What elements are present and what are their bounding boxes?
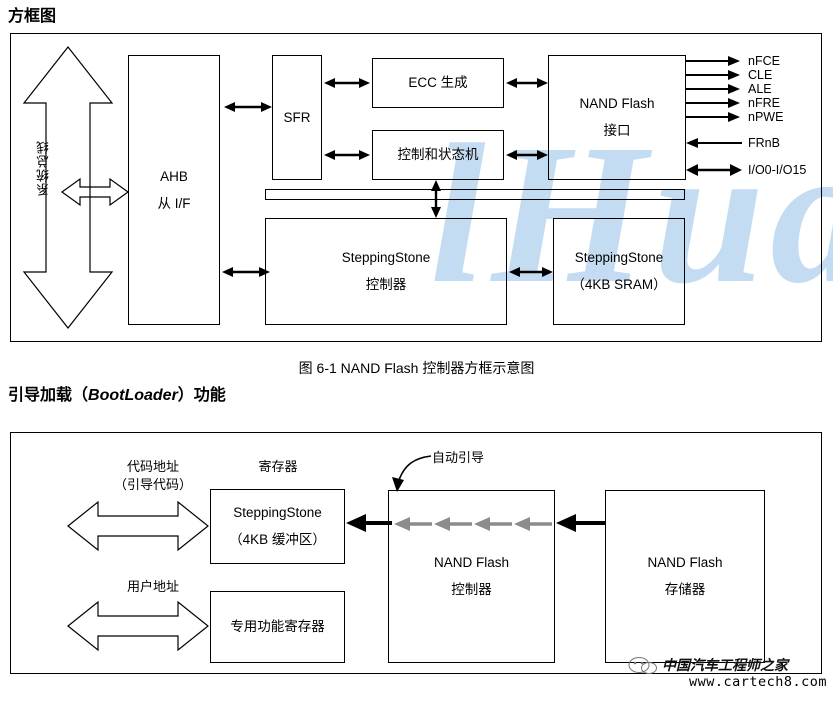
section-title-bootloader: 引导加载（BootLoader）功能 [8,381,226,405]
signal-label-frnb: FRnB [748,136,780,150]
label-auto-boot: 自动引导 [432,450,485,465]
bootloader-title-em: BootLoader [88,387,178,404]
block-nandctrl-line1: NAND Flash [433,555,509,570]
block-steppingstone-controller[interactable]: SteppingStone 控制器 [265,218,507,325]
bootloader-title-pre: 引导加载（ [8,387,89,404]
signal-label-npwe: nPWE [748,110,784,124]
block-sfr[interactable]: SFR [272,55,322,180]
block-nand-flash-memory[interactable]: NAND Flash 存储器 [605,490,765,663]
footer-site-url: www.cartech8.com [688,674,827,690]
block-sfrblk-line1: 专用功能寄存器 [230,619,325,635]
block-nandmem-line1: NAND Flash [647,555,723,570]
footer-stamp: 中国汽车工程师之家 www.cartech8.com [628,655,833,690]
block-ahb-line1: AHB [160,168,188,184]
block-ecc-line1: ECC 生成 [408,75,468,91]
signal-label-io: I/O0-I/O15 [748,163,807,177]
label-user-address-text: 用户地址 [126,579,179,594]
label-code-address-line1: 代码地址 [126,459,179,474]
block-nand-flash-controller[interactable]: NAND Flash 控制器 [388,490,555,663]
block-ctrlstate-line1: 控制和状态机 [397,147,479,163]
label-register-text: 寄存器 [258,459,298,474]
block-control-state-machine[interactable]: 控制和状态机 [372,130,504,180]
label-code-address: 代码地址 （引导代码） [98,458,208,494]
label-user-address: 用户地址 [98,578,208,596]
block-ecc-gen[interactable]: ECC 生成 [372,58,504,108]
block-nandmem-line2: 存储器 [664,581,706,597]
block-ssbuf-line2: （4KB 缓冲区） [229,532,326,547]
block-ahb-line2: 从 I/F [157,195,191,211]
wechat-logo-icon [628,657,657,674]
system-bus-label: 系统总线 [36,140,51,196]
block-ssctrl-line2: 控制器 [365,277,407,292]
label-register: 寄存器 [218,458,338,476]
block-steppingstone-buffer[interactable]: SteppingStone （4KB 缓冲区） [210,489,345,564]
section-title-block-diagram: 方框图 [8,8,57,25]
block-sfr-line1: SFR [283,109,311,125]
block-special-function-register[interactable]: 专用功能寄存器 [210,591,345,663]
internal-bus-bar [265,189,685,200]
block-sssram-line1: SteppingStone [574,250,664,266]
block-ssctrl-line1: SteppingStone [341,250,431,266]
block-nand-flash-interface[interactable]: NAND Flash 接口 [548,55,686,180]
figure1-caption: 图 6-1 NAND Flash 控制器方框示意图 [298,360,535,376]
block-steppingstone-sram[interactable]: SteppingStone （4KB SRAM） [553,218,685,325]
block-nandif-line2: 接口 [603,123,631,138]
footer-brand-cn: 中国汽车工程师之家 [662,659,788,674]
block-ssbuf-line1: SteppingStone [233,505,322,521]
block-nandctrl-line2: 控制器 [451,581,492,597]
block-sssram-line2: （4KB SRAM） [571,277,667,292]
bootloader-title-post: ）功能 [177,387,226,404]
block-nandif-line1: NAND Flash [579,96,655,112]
label-code-address-line2: （引导代码） [113,477,192,493]
block-ahb-slave-if[interactable]: AHB 从 I/F [128,55,220,325]
